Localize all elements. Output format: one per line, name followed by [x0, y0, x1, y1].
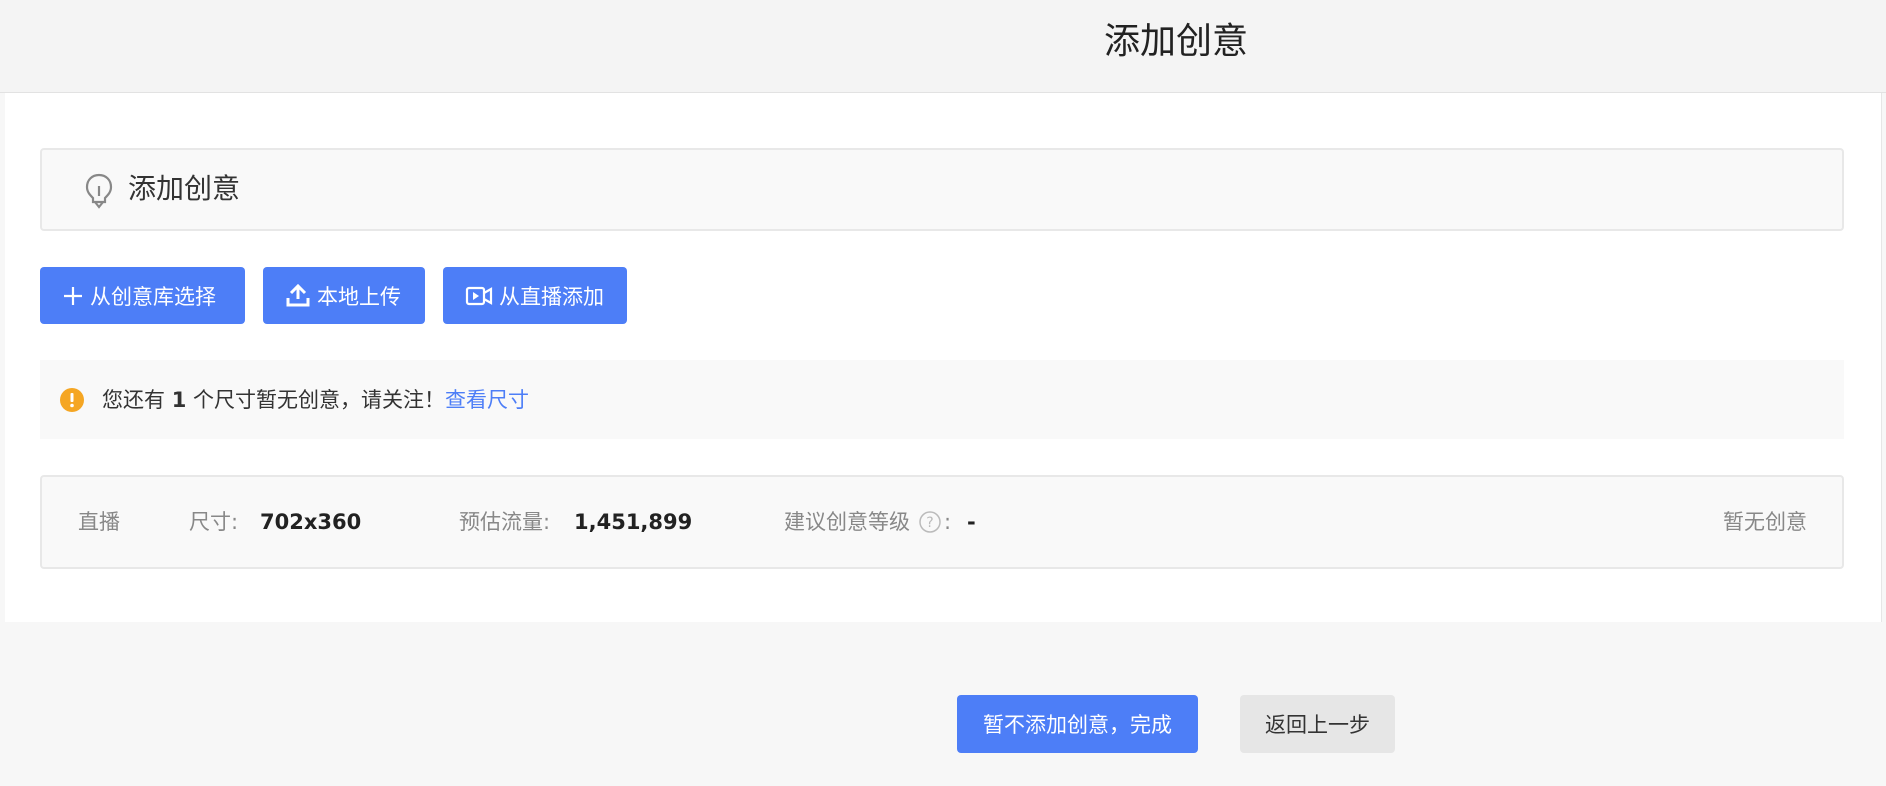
action-button-row: 从创意库选择 本地上传 从直播添加 — [40, 267, 627, 324]
svg-text:?: ? — [926, 515, 933, 531]
main-panel: 添加创意 从创意库选择 本地上传 从直播添加 您还有 1 个尺寸暂无创意，请关注… — [5, 93, 1882, 622]
size-label: 尺寸: — [189, 510, 239, 534]
warning-icon — [60, 388, 84, 412]
traffic-label: 预估流量: — [459, 510, 551, 534]
view-sizes-link[interactable]: 查看尺寸 — [445, 388, 529, 412]
add-from-live-button[interactable]: 从直播添加 — [443, 267, 627, 324]
select-from-library-button[interactable]: 从创意库选择 — [40, 267, 245, 324]
local-upload-button[interactable]: 本地上传 — [263, 267, 425, 324]
traffic-value: 1,451,899 — [574, 510, 693, 534]
local-upload-label: 本地上传 — [317, 284, 401, 309]
level-label: 建议创意等级 — [784, 510, 910, 534]
skip-and-finish-button[interactable]: 暂不添加创意，完成 — [957, 695, 1198, 753]
top-header: 添加创意 — [0, 0, 1886, 93]
placement-type: 直播 — [78, 510, 120, 534]
creative-size-row: 直播 尺寸: 702x360 预估流量: 1,451,899 建议创意等级 ? … — [40, 475, 1844, 569]
video-icon — [465, 285, 493, 307]
page-title: 添加创意 — [1104, 21, 1249, 62]
size-value: 702x360 — [260, 510, 362, 534]
level-value: - — [967, 510, 976, 534]
select-from-library-label: 从创意库选择 — [90, 284, 216, 309]
lightbulb-icon — [84, 172, 114, 210]
section-title: 添加创意 — [128, 172, 241, 205]
creative-status: 暂无创意 — [1723, 510, 1807, 534]
notice-bar: 您还有 1 个尺寸暂无创意，请关注！查看尺寸 — [40, 360, 1844, 439]
plus-icon — [62, 285, 84, 307]
notice-text: 您还有 1 个尺寸暂无创意，请关注！查看尺寸 — [102, 384, 529, 416]
add-from-live-label: 从直播添加 — [499, 284, 604, 309]
help-icon[interactable]: ? — [919, 511, 941, 533]
upload-icon — [285, 283, 311, 308]
level-colon: : — [944, 510, 952, 534]
notice-count: 1 — [171, 388, 187, 412]
section-header: 添加创意 — [40, 148, 1844, 231]
notice-prefix: 您还有 — [102, 388, 172, 412]
notice-suffix: 个尺寸暂无创意，请关注！ — [186, 388, 445, 412]
back-button[interactable]: 返回上一步 — [1240, 695, 1395, 753]
